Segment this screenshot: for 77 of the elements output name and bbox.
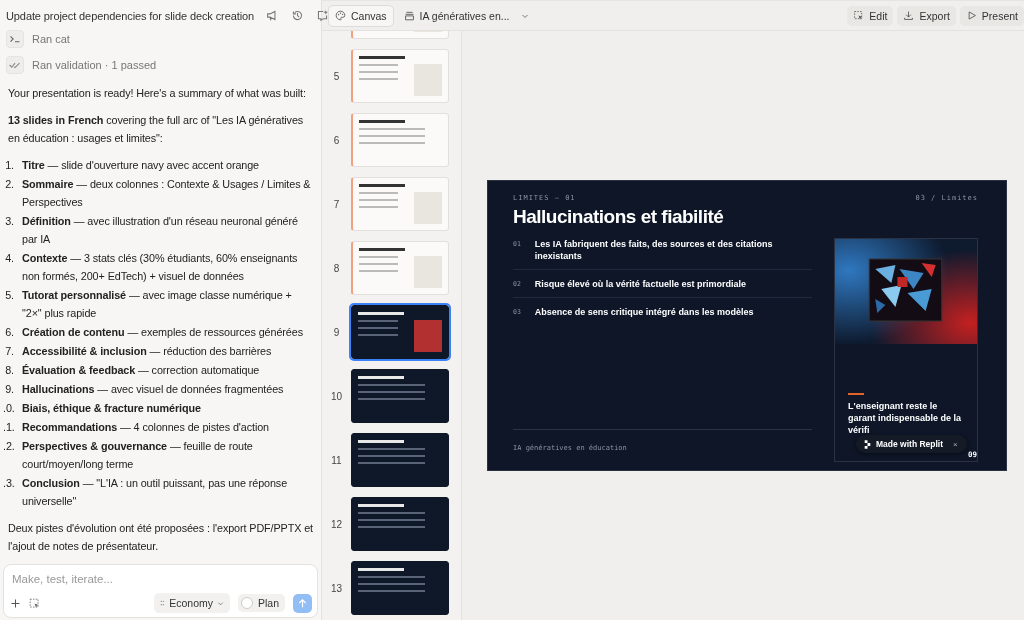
prompt-input[interactable]: Make, test, iterate... xyxy=(10,573,312,585)
slide-number: 10 xyxy=(329,390,344,402)
slide-number: 6 xyxy=(332,134,341,146)
list-number: 1. xyxy=(4,158,15,173)
list-number: 5. xyxy=(4,288,15,303)
palette-icon xyxy=(335,10,346,21)
list-number: .1. xyxy=(3,420,16,435)
slide-thumbnail[interactable] xyxy=(351,305,449,359)
list-number: 7. xyxy=(4,344,15,359)
present-button[interactable]: Present xyxy=(959,5,1024,26)
arrow-up-icon xyxy=(297,597,308,609)
list-item-text: Perspectives & gouvernance — feuille de route court/moyen/long terme xyxy=(22,439,254,472)
export-button[interactable]: Export xyxy=(897,5,956,26)
point-text: Risque élevé où la vérité factuelle est primordiale xyxy=(534,278,746,290)
terminal-icon xyxy=(6,30,24,48)
list-item-text: Tutorat personnalisé — avec image classe numérique + "2×" plus rapide xyxy=(22,288,293,321)
step-label[interactable]: Ran cat xyxy=(32,33,70,45)
logo-icon xyxy=(864,439,871,449)
double-check-icon xyxy=(6,56,24,74)
slide-number: 11 xyxy=(330,454,343,466)
message-text: Deux pistes d'évolution ont été proposées : l'export PDF/PPTX et l'ajout de notes de présentateur. xyxy=(8,521,313,554)
plus-icon[interactable] xyxy=(10,597,21,609)
slide-number: 12 xyxy=(329,518,344,530)
list-item-text: Sommaire — deux colonnes : Contexte & Usages / Limites & Perspectives xyxy=(22,177,312,210)
history-icon[interactable] xyxy=(291,9,305,22)
list-number: .2. xyxy=(3,439,16,454)
step-label[interactable]: Ran validation · 1 passed xyxy=(32,59,157,71)
new-chat-icon[interactable] xyxy=(316,9,330,22)
slide-thumbnail[interactable] xyxy=(351,433,449,487)
message-text: 13 slides in French covering the full arc of "Les IA génératives en éducation : usages et limites": xyxy=(8,113,305,146)
list-item-text: Définition — avec illustration d'un réseau neuronal généré par IA xyxy=(22,214,299,247)
edit-button[interactable]: Edit xyxy=(847,5,894,26)
list-item-text: Contexte — 3 stats clés (30% étudiants, 60% enseignants non formés, 200+ EdTech) + visuel de données xyxy=(22,251,299,284)
list-number: 6. xyxy=(4,325,15,340)
list-number: 8. xyxy=(4,363,15,378)
slide-number: 13 xyxy=(329,582,344,594)
canvas-button[interactable]: Canvas xyxy=(328,4,394,27)
close-button[interactable]: × xyxy=(953,439,958,449)
quote-text: L'enseignant reste le garant indispensable de la vérifi xyxy=(848,400,963,436)
deck-dropdown[interactable]: IA génératives en... xyxy=(397,5,535,26)
slide-title: Hallucinations et fiabilité xyxy=(513,206,725,228)
list-number: 2. xyxy=(4,177,15,192)
slide-number: 7 xyxy=(332,198,341,210)
select-element-icon[interactable] xyxy=(29,597,40,609)
mode-dropdown[interactable]: Economy xyxy=(154,593,230,613)
list-number: 4. xyxy=(4,251,15,266)
list-item-text: Évaluation & feedback — correction automatique xyxy=(22,363,261,378)
message-text: Your presentation is ready! Here's a summary of what was built: xyxy=(8,86,307,101)
made-with-badge[interactable]: Made with Replit × xyxy=(856,435,967,453)
point-text: Absence de sens critique intégré dans les modèles xyxy=(534,306,754,318)
list-item-text: Biais, éthique & fracture numérique xyxy=(22,401,202,416)
play-icon xyxy=(965,10,977,21)
chevron-down-icon xyxy=(217,599,224,607)
list-item-text: Hallucinations — avec visuel de données fragmentées xyxy=(22,382,285,397)
slide-number: 5 xyxy=(332,70,341,82)
list-number: 3. xyxy=(4,214,15,229)
list-item-text: Accessibilité & inclusion — réduction des barrières xyxy=(22,344,273,359)
list-number: .0. xyxy=(3,401,16,416)
slide-number: 9 xyxy=(332,326,341,338)
list-item-text: Création de contenu — exemples de ressources générées xyxy=(22,325,304,340)
list-number: 9. xyxy=(4,382,15,397)
select-element-icon xyxy=(853,10,865,21)
list-item-text: Titre — slide d'ouverture navy avec accent orange xyxy=(22,158,261,173)
slide-thumbnail[interactable] xyxy=(351,497,449,551)
point-text: Les IA fabriquent des faits, des sources et des citations inexistants xyxy=(534,238,774,262)
list-item-text: Conclusion — "L'IA : un outil puissant, pas une réponse universelle" xyxy=(22,476,289,509)
grip-icon xyxy=(160,599,166,607)
badge-label: Made with Replit xyxy=(876,439,944,449)
plan-toggle[interactable]: Plan xyxy=(238,594,285,612)
list-item-text: Recommandations — 4 colonnes de pistes d'action xyxy=(22,420,270,435)
stack-icon xyxy=(403,10,415,21)
slide-thumbnail[interactable] xyxy=(351,369,449,423)
slide-number: 8 xyxy=(332,262,341,274)
list-number: .3. xyxy=(3,476,16,491)
chat-title: Update project dependencies for slide deck creation xyxy=(6,9,255,22)
download-icon xyxy=(903,10,915,21)
slide-thumbnail[interactable] xyxy=(351,561,449,615)
